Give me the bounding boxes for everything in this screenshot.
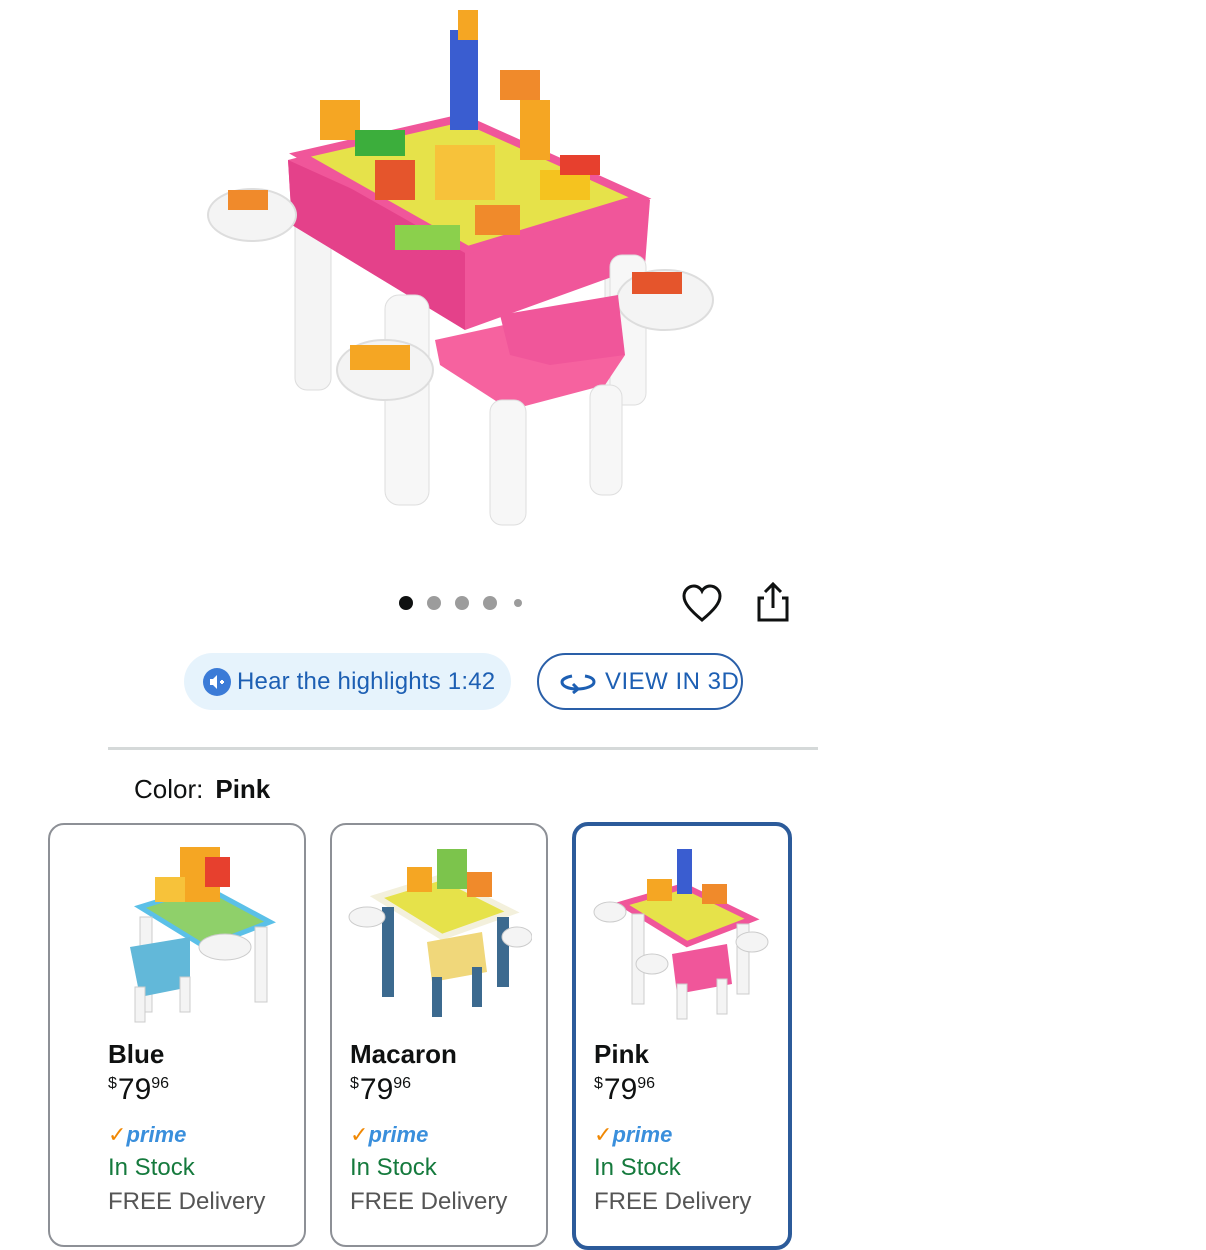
carousel-dots: [395, 593, 530, 613]
variant-thumbnail-macaron: [347, 837, 533, 1017]
hear-highlights-button[interactable]: Hear the highlights 1:42: [184, 653, 511, 710]
carousel-dot-active[interactable]: [399, 596, 413, 610]
carousel-dot[interactable]: [427, 596, 441, 610]
variant-price: $7996: [108, 1073, 170, 1106]
color-label: Color:: [134, 774, 204, 804]
carousel-dot[interactable]: [514, 599, 522, 607]
product-hero-image[interactable]: [200, 10, 730, 540]
prime-badge: ✓ prime: [594, 1122, 673, 1147]
color-selector-header: Color: Pink: [134, 774, 270, 805]
variant-name: Macaron: [350, 1039, 457, 1069]
prime-check-icon: ✓: [350, 1122, 369, 1147]
share-icon[interactable]: [752, 580, 794, 624]
prime-check-icon: ✓: [108, 1122, 127, 1147]
stock-status: In Stock: [350, 1154, 437, 1181]
stock-status: In Stock: [594, 1154, 681, 1181]
delivery-info: FREE Delivery: [108, 1188, 266, 1215]
hear-highlights-label: Hear the highlights 1:42: [237, 667, 496, 695]
variant-name: Blue: [108, 1039, 165, 1069]
view-in-3d-label: VIEW IN 3D: [605, 667, 740, 695]
variant-card-blue[interactable]: Blue $7996 ✓ prime In Stock FREE Delivery: [48, 823, 306, 1247]
wishlist-heart-icon[interactable]: [680, 582, 724, 626]
section-divider: [108, 747, 818, 750]
variant-price: $7996: [350, 1073, 412, 1106]
carousel-dot[interactable]: [455, 596, 469, 610]
stock-status: In Stock: [108, 1154, 195, 1181]
variant-thumbnail-blue: [110, 837, 290, 1027]
rotate-3d-icon: [559, 670, 597, 694]
prime-check-icon: ✓: [594, 1122, 613, 1147]
prime-badge: ✓ prime: [108, 1122, 187, 1147]
variant-thumbnail-pink: [592, 844, 772, 1024]
delivery-info: FREE Delivery: [350, 1188, 508, 1215]
selected-color-value: Pink: [215, 774, 271, 804]
variant-card-macaron[interactable]: Macaron $7996 ✓ prime In Stock FREE Deliv…: [330, 823, 548, 1247]
delivery-info: FREE Delivery: [594, 1188, 752, 1215]
view-in-3d-button[interactable]: VIEW IN 3D: [537, 653, 743, 710]
variant-card-pink[interactable]: Pink $7996 ✓ prime In Stock FREE Delivery: [572, 822, 792, 1250]
prime-badge: ✓ prime: [350, 1122, 429, 1147]
variant-price: $7996: [594, 1073, 656, 1106]
audio-speaker-icon: [203, 667, 231, 696]
carousel-dot[interactable]: [483, 596, 497, 610]
variant-name: Pink: [594, 1039, 649, 1069]
